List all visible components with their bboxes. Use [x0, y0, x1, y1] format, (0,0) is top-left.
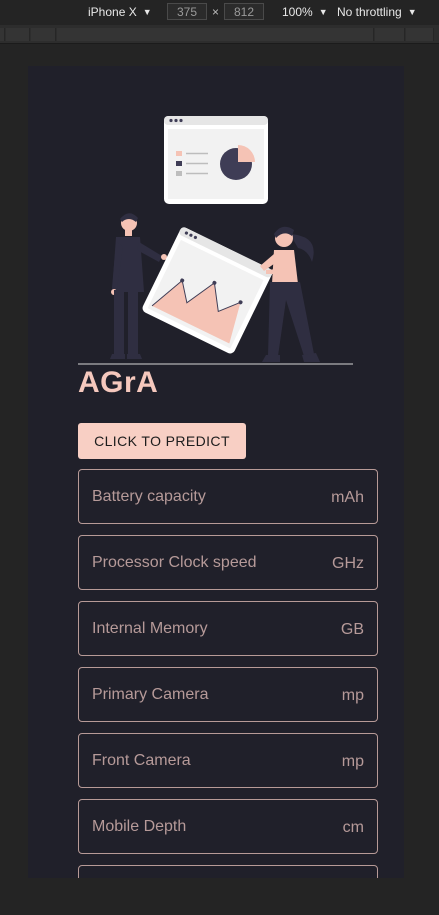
hero-illustration [78, 116, 353, 365]
field-placeholder: Front Camera [92, 752, 191, 769]
mobile-depth-field[interactable]: Mobile Depth cm [78, 799, 378, 854]
ruler-segment[interactable] [375, 28, 405, 41]
internal-memory-field[interactable]: Internal Memory GB [78, 601, 378, 656]
app-title: AGrA [78, 366, 159, 399]
field-unit: cm [342, 819, 364, 836]
field-placeholder: Internal Memory [92, 620, 208, 637]
throttling-selector[interactable]: No throttling ▼ [337, 5, 417, 19]
devtools-toolbar: iPhone X ▼ 375 × 812 100% ▼ No throttlin… [0, 0, 439, 25]
chevron-down-icon: ▼ [142, 7, 152, 17]
primary-camera-field[interactable]: Primary Camera mp [78, 667, 378, 722]
front-camera-field[interactable]: Front Camera mp [78, 733, 378, 788]
field-unit: GHz [332, 555, 364, 572]
chevron-down-icon: ▼ [318, 7, 328, 17]
ruler-segment[interactable] [6, 28, 30, 41]
width-input[interactable]: 375 [167, 3, 207, 20]
processor-clock-speed-field[interactable]: Processor Clock speed GHz [78, 535, 378, 590]
battery-capacity-field[interactable]: Battery capacity mAh [78, 469, 378, 524]
field-placeholder: Primary Camera [92, 686, 209, 703]
field-unit: mp [341, 687, 364, 704]
field-placeholder: Battery capacity [92, 488, 206, 505]
field-placeholder: Mobile Depth [92, 818, 187, 835]
zoom-value: 100% [282, 5, 313, 19]
throttling-value: No throttling [337, 5, 402, 19]
ruler-segment[interactable] [57, 28, 374, 41]
device-selector[interactable]: iPhone X ▼ [88, 5, 152, 19]
ruler-segment[interactable] [31, 28, 56, 41]
device-name: iPhone X [88, 5, 137, 19]
device-viewport: AGrA CLICK TO PREDICT Battery capacity m… [28, 66, 404, 878]
field-unit: GB [340, 621, 364, 638]
ruler-segment[interactable] [406, 28, 434, 41]
field-unit: mAh [331, 489, 364, 506]
next-field-partial[interactable] [78, 865, 378, 878]
chevron-down-icon: ▼ [407, 7, 417, 17]
field-unit: mp [341, 753, 364, 770]
ruler-segment[interactable] [0, 28, 5, 41]
predict-button[interactable]: CLICK TO PREDICT [78, 423, 246, 459]
zoom-selector[interactable]: 100% ▼ [282, 5, 328, 19]
times-symbol: × [212, 5, 220, 19]
media-query-ruler[interactable] [0, 25, 439, 44]
field-placeholder: Processor Clock speed [92, 554, 257, 571]
height-input[interactable]: 812 [224, 3, 264, 20]
